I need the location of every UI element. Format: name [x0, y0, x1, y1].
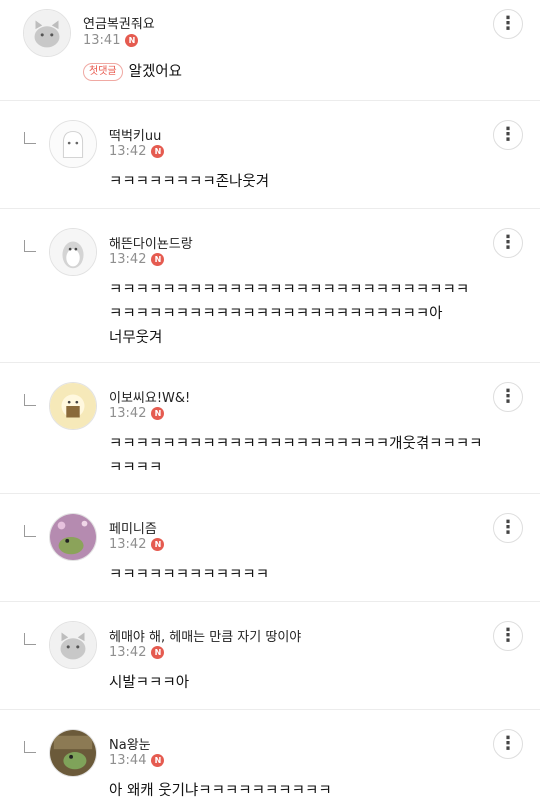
- comment-meta: 13:42 N: [109, 252, 165, 267]
- avatar[interactable]: [49, 382, 97, 430]
- comment-item: 연금복권줘요 13:41 N 첫댓글 알겠어요 ⋮: [0, 0, 540, 101]
- comment-text: 시발ㅋㅋㅋ아: [109, 675, 190, 691]
- comment-body: 시발ㅋㅋㅋ아: [109, 671, 189, 695]
- comment-time: 13:42: [109, 537, 147, 552]
- reply-indent-icon: [24, 394, 36, 406]
- new-badge: N: [125, 34, 139, 47]
- new-badge: N: [151, 754, 165, 767]
- more-options-button[interactable]: ⋮: [493, 382, 523, 412]
- comment-meta: 13:42 N: [109, 406, 165, 421]
- comment-item: 해뜬다이뇬드랑 13:42 N ㅋㅋㅋㅋㅋㅋㅋㅋㅋㅋㅋㅋㅋㅋㅋㅋㅋㅋㅋㅋㅋㅋㅋㅋ…: [0, 209, 540, 363]
- more-options-button[interactable]: ⋮: [493, 513, 523, 543]
- more-options-button[interactable]: ⋮: [493, 729, 523, 759]
- comment-time: 13:42: [109, 144, 147, 159]
- comment-author[interactable]: 페미니즘: [109, 518, 157, 537]
- comment-body: ㅋㅋㅋㅋㅋㅋㅋㅋ존나웃겨: [109, 170, 269, 194]
- avatar[interactable]: [49, 228, 97, 276]
- comment-meta: 13:42 N: [109, 537, 165, 552]
- more-vertical-icon: ⋮: [499, 386, 517, 407]
- reply-indent-icon: [24, 741, 36, 753]
- gray-cat-avatar-icon: [24, 10, 70, 56]
- reply-indent-icon: [24, 633, 36, 645]
- more-options-button[interactable]: ⋮: [493, 9, 523, 39]
- comment-list: 연금복권줘요 13:41 N 첫댓글 알겠어요 ⋮ 떡벅키uu 13:42 N ㅋ…: [0, 0, 540, 804]
- comment-text-line: ㅋㅋㅋㅋ: [109, 460, 163, 476]
- comment-meta: 13:44 N: [109, 753, 165, 768]
- comment-author[interactable]: 연금복권줘요: [83, 13, 155, 32]
- comment-text: ㅋㅋㅋㅋㅋㅋㅋㅋㅋㅋㅋㅋ: [109, 567, 270, 583]
- more-vertical-icon: ⋮: [499, 13, 517, 34]
- reply-indent-icon: [24, 525, 36, 537]
- more-vertical-icon: ⋮: [499, 733, 517, 754]
- more-vertical-icon: ⋮: [499, 625, 517, 646]
- more-vertical-icon: ⋮: [499, 124, 517, 145]
- new-badge: N: [151, 407, 165, 420]
- comment-author[interactable]: 헤매야 해, 헤매는 만큼 자기 땅이야: [109, 626, 301, 645]
- comment-author[interactable]: 떡벅키uu: [109, 125, 161, 144]
- comment-text-line: ㅋㅋㅋㅋㅋㅋㅋㅋㅋㅋㅋㅋㅋㅋㅋㅋㅋㅋㅋㅋㅋㅋㅋㅋ아: [109, 306, 443, 322]
- comment-meta: 13:42 N: [109, 645, 165, 660]
- new-badge: N: [151, 145, 165, 158]
- comment-item: 이보씨요!W&! 13:42 N ㅋㅋㅋㅋㅋㅋㅋㅋㅋㅋㅋㅋㅋㅋㅋㅋㅋㅋㅋㅋㅋ개웃…: [0, 363, 540, 494]
- comment-text-line: ㅋㅋㅋㅋㅋㅋㅋㅋㅋㅋㅋㅋㅋㅋㅋㅋㅋㅋㅋㅋㅋ개웃겪ㅋㅋㅋㅋ: [109, 436, 483, 452]
- first-comment-badge: 첫댓글: [83, 63, 123, 81]
- comment-author[interactable]: 이보씨요!W&!: [109, 387, 190, 406]
- comment-meta: 13:41 N: [83, 33, 139, 48]
- comment-time: 13:42: [109, 406, 147, 421]
- comment-text: 알겠어요: [128, 64, 182, 80]
- comment-item: 페미니즘 13:42 N ㅋㅋㅋㅋㅋㅋㅋㅋㅋㅋㅋㅋ ⋮: [0, 494, 540, 602]
- gray-cat-avatar-icon: [50, 622, 96, 668]
- reply-indent-icon: [24, 132, 36, 144]
- comment-text-line: 너무웃겨: [109, 330, 163, 346]
- comment-body: ㅋㅋㅋㅋㅋㅋㅋㅋㅋㅋㅋㅋㅋㅋㅋㅋㅋㅋㅋㅋㅋㅋㅋㅋㅋㅋㅋ ㅋㅋㅋㅋㅋㅋㅋㅋㅋㅋㅋㅋ…: [109, 278, 469, 350]
- comment-meta: 13:42 N: [109, 144, 165, 159]
- comment-item: 헤매야 해, 헤매는 만큼 자기 땅이야 13:42 N 시발ㅋㅋㅋ아 ⋮: [0, 602, 540, 710]
- more-vertical-icon: ⋮: [499, 232, 517, 253]
- more-options-button[interactable]: ⋮: [493, 120, 523, 150]
- more-options-button[interactable]: ⋮: [493, 621, 523, 651]
- avatar[interactable]: [49, 729, 97, 777]
- frog-photo-avatar-2-icon: [50, 730, 96, 776]
- comment-body: 첫댓글 알겠어요: [83, 60, 182, 84]
- more-vertical-icon: ⋮: [499, 517, 517, 538]
- avatar[interactable]: [49, 120, 97, 168]
- comment-text-line: ㅋㅋㅋㅋㅋㅋㅋㅋㅋㅋㅋㅋㅋㅋㅋㅋㅋㅋㅋㅋㅋㅋㅋㅋㅋㅋㅋ: [109, 282, 470, 298]
- penguin-avatar-icon: [50, 229, 96, 275]
- comment-item: Na왕눈 13:44 N 아 왜캐 웃기냐ㅋㅋㅋㅋㅋㅋㅋㅋㅋㅋ ⋮: [0, 710, 540, 804]
- comment-text: ㅋㅋㅋㅋㅋㅋㅋㅋ존나웃겨: [109, 174, 270, 190]
- comment-author[interactable]: Na왕눈: [109, 734, 151, 753]
- comment-body: ㅋㅋㅋㅋㅋㅋㅋㅋㅋㅋㅋㅋ: [109, 563, 269, 587]
- comment-body: ㅋㅋㅋㅋㅋㅋㅋㅋㅋㅋㅋㅋㅋㅋㅋㅋㅋㅋㅋㅋㅋ개웃겪ㅋㅋㅋㅋ ㅋㅋㅋㅋ: [109, 432, 483, 480]
- avatar[interactable]: [23, 9, 71, 57]
- avatar[interactable]: [49, 621, 97, 669]
- comment-time: 13:41: [83, 33, 121, 48]
- more-options-button[interactable]: ⋮: [493, 228, 523, 258]
- avatar[interactable]: [49, 513, 97, 561]
- new-badge: N: [151, 538, 165, 551]
- white-ghost-avatar-icon: [50, 121, 96, 167]
- comment-time: 13:42: [109, 252, 147, 267]
- frog-photo-avatar-icon: [50, 514, 96, 560]
- comment-item: 떡벅키uu 13:42 N ㅋㅋㅋㅋㅋㅋㅋㅋ존나웃겨 ⋮: [0, 101, 540, 209]
- comment-time: 13:44: [109, 753, 147, 768]
- new-badge: N: [151, 253, 165, 266]
- comment-body: 아 왜캐 웃기냐ㅋㅋㅋㅋㅋㅋㅋㅋㅋㅋ: [109, 779, 332, 803]
- comment-text: 아 왜캐 웃기냐ㅋㅋㅋㅋㅋㅋㅋㅋㅋㅋ: [109, 783, 332, 799]
- comment-author[interactable]: 해뜬다이뇬드랑: [109, 233, 193, 252]
- comment-time: 13:42: [109, 645, 147, 660]
- bear-photo-avatar-icon: [50, 383, 96, 429]
- reply-indent-icon: [24, 240, 36, 252]
- new-badge: N: [151, 646, 165, 659]
